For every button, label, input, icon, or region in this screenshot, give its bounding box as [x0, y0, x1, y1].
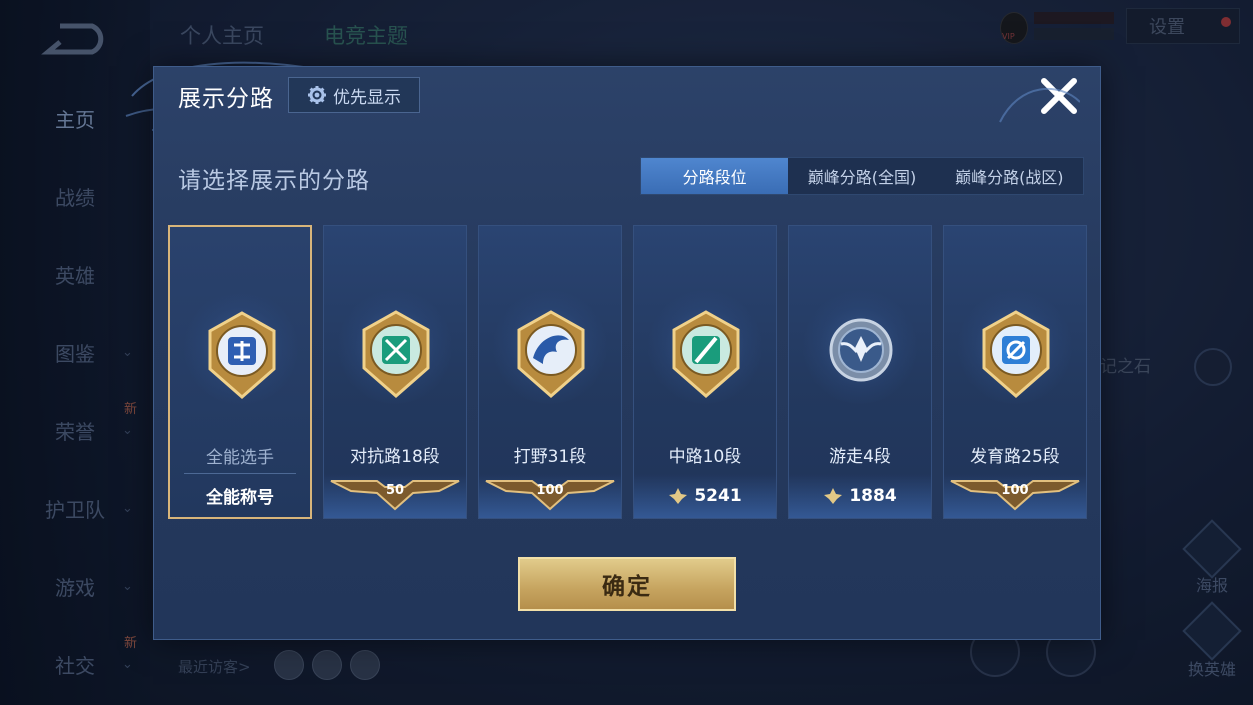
lane-name: 中路10段 [668, 447, 742, 467]
lane-name: 全能选手 [206, 448, 274, 468]
card-footer: 5241 [634, 474, 776, 518]
lane-name: 发育路25段 [970, 447, 1060, 467]
star-level: 100 [536, 483, 564, 498]
segment-peak-national[interactable]: 巅峰分路(全国) [788, 158, 935, 194]
card-footer: 100 [479, 474, 621, 518]
lane-card-jungle[interactable]: 打野31段 100 [478, 225, 622, 519]
lane-card-list: 全能选手 全能称号 对抗路18段 50 打野31段 100 中路10段 5241… [168, 225, 1088, 521]
peak-score-icon [824, 488, 843, 504]
star-level: 100 [1001, 483, 1029, 498]
segment-label: 巅峰分路(全国) [807, 168, 917, 187]
jungle-badge-icon [517, 310, 585, 398]
lane-card-all-round[interactable]: 全能选手 全能称号 [168, 225, 312, 519]
close-icon[interactable] [1038, 75, 1080, 117]
lane-name: 打野31段 [513, 447, 587, 467]
priority-display-button[interactable]: 优先显示 [288, 77, 420, 113]
all-round-badge-icon [208, 311, 276, 399]
dialog-title: 展示分路 [178, 86, 274, 112]
segment-peak-region[interactable]: 巅峰分路(战区) [936, 158, 1083, 194]
peak-score: 5241 [668, 486, 742, 506]
lane-display-dialog: 展示分路 优先显示 请选择展示的分路 分路段位 巅峰分路(全国) 巅峰分路(战区… [153, 66, 1101, 640]
clash-lane-badge-icon [362, 310, 430, 398]
lane-name: 游走4段 [829, 447, 891, 467]
lane-card-farm[interactable]: 发育路25段 100 [943, 225, 1087, 519]
lane-card-clash[interactable]: 对抗路18段 50 [323, 225, 467, 519]
card-footer: 50 [324, 474, 466, 518]
peak-score-icon [669, 488, 688, 504]
segment-label: 分路段位 [682, 168, 747, 187]
roam-badge-icon [829, 318, 893, 382]
segment-lane-rank[interactable]: 分路段位 [641, 158, 789, 194]
score-value: 1884 [849, 486, 897, 506]
star-level-frame: 100 [947, 477, 1083, 515]
star-level-frame: 50 [327, 477, 463, 515]
mid-lane-badge-icon [672, 310, 740, 398]
title-label: 全能称号 [206, 487, 274, 508]
lane-card-roam[interactable]: 游走4段 1884 [788, 225, 932, 519]
gear-icon [308, 86, 326, 104]
star-level: 50 [385, 483, 405, 498]
peak-score: 1884 [823, 486, 897, 506]
score-value: 5241 [694, 486, 742, 506]
priority-display-label: 优先显示 [333, 87, 401, 108]
lane-name: 对抗路18段 [350, 447, 440, 467]
star-level-frame: 100 [482, 477, 618, 515]
card-footer: 1884 [789, 474, 931, 518]
farm-lane-badge-icon [982, 310, 1050, 398]
segment-label: 巅峰分路(战区) [955, 168, 1064, 187]
card-footer: 100 [944, 474, 1086, 518]
lane-type-segmented-control: 分路段位 巅峰分路(全国) 巅峰分路(战区) [640, 157, 1084, 195]
card-footer: 全能称号 [170, 473, 310, 517]
lane-card-mid[interactable]: 中路10段 5241 [633, 225, 777, 519]
confirm-label: 确定 [602, 574, 652, 600]
confirm-button[interactable]: 确定 [518, 557, 736, 611]
dialog-subtitle: 请选择展示的分路 [178, 168, 370, 194]
